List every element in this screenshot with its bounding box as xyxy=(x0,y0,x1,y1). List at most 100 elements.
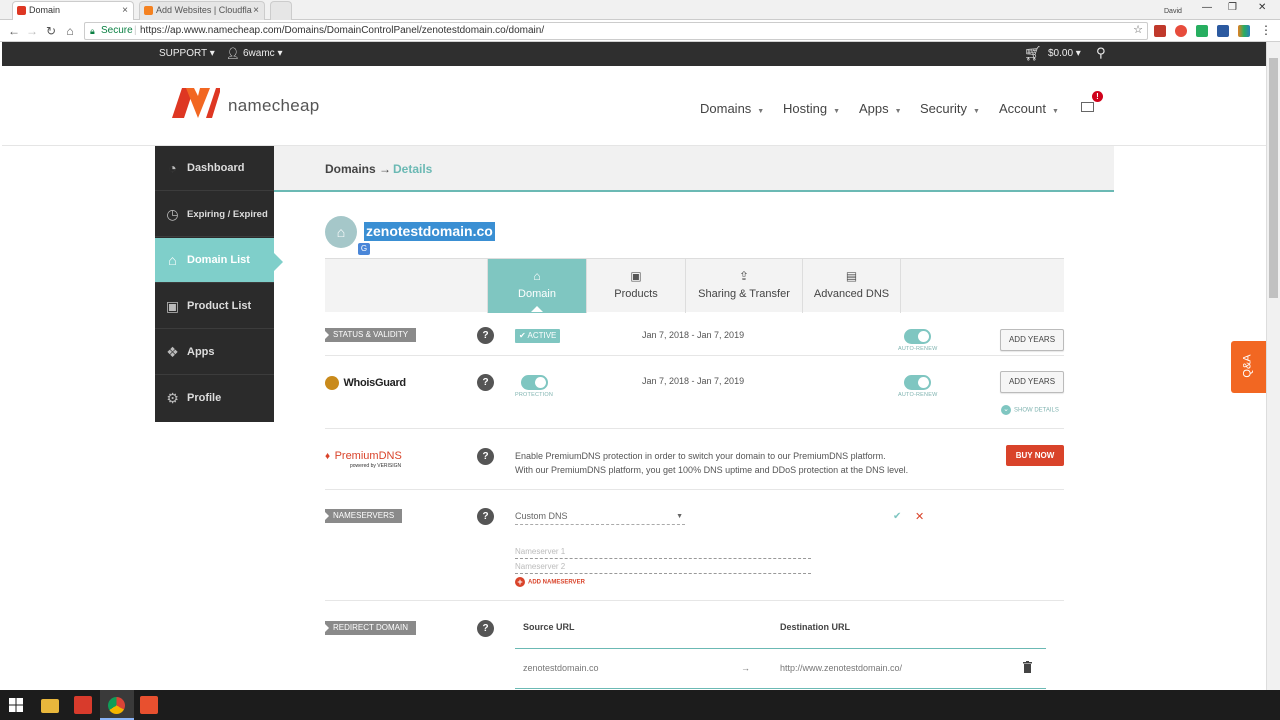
active-tab-notch xyxy=(531,306,543,312)
qa-label: Q&A xyxy=(1241,354,1254,378)
help-icon[interactable]: ? xyxy=(477,327,494,344)
restore-icon[interactable]: ❐ xyxy=(1228,2,1237,13)
cart-icon[interactable]: 🛒︎ xyxy=(1024,45,1042,62)
browser-tab-domain[interactable]: Domain × xyxy=(12,1,134,20)
sidebar-item-profile[interactable]: ⚙ Profile xyxy=(155,376,274,421)
file-explorer-icon[interactable] xyxy=(41,699,59,713)
add-nameserver-button[interactable]: + ADD NAMESERVER xyxy=(515,577,585,587)
new-tab-button[interactable] xyxy=(270,1,292,20)
whoisguard-dates: Jan 7, 2018 - Jan 7, 2019 xyxy=(642,376,745,386)
protection-toggle[interactable] xyxy=(521,375,548,390)
server-icon: ▤ xyxy=(845,269,858,283)
tab-products[interactable]: ▣ Products xyxy=(586,259,685,313)
page-title: zenotestdomain.co xyxy=(364,222,495,241)
extension-icon[interactable] xyxy=(1196,25,1208,37)
divider xyxy=(325,355,1064,356)
nav-label: Account xyxy=(999,101,1046,116)
nameserver-1-input[interactable]: Nameserver 1 xyxy=(515,547,811,559)
nav-security[interactable]: Security ▼ xyxy=(920,101,980,116)
sidebar-item-label: Dashboard xyxy=(187,162,245,174)
page-scrollbar[interactable] xyxy=(1266,42,1280,690)
extension-icon[interactable] xyxy=(1217,25,1229,37)
todoist-icon[interactable] xyxy=(74,696,92,714)
destination-url: http://www.zenotestdomain.co/ xyxy=(780,663,903,673)
status-badge: ✔ ACTIVE xyxy=(515,329,561,343)
forward-icon[interactable]: → xyxy=(24,22,40,40)
save-check-icon[interactable]: ✔ xyxy=(893,511,901,522)
translate-icon[interactable]: G xyxy=(358,243,370,255)
user-icon: 👤︎ xyxy=(226,48,240,60)
nameserver-2-input[interactable]: Nameserver 2 xyxy=(515,562,811,574)
windows-start-icon[interactable] xyxy=(9,698,23,712)
apps-icon: ❖ xyxy=(166,344,179,360)
home-icon: ⌂ xyxy=(533,269,541,283)
sidebar-item-dashboard[interactable]: ◔ Dashboard xyxy=(155,146,274,191)
help-icon[interactable]: ? xyxy=(477,620,494,637)
auto-renew-toggle[interactable] xyxy=(904,329,931,344)
show-details-link[interactable]: ⌄ SHOW DETAILS xyxy=(1001,405,1059,415)
browser-menu-icon[interactable]: ⋮ xyxy=(1260,23,1272,37)
nav-label: Hosting xyxy=(783,101,828,116)
help-icon[interactable]: ? xyxy=(477,448,494,465)
close-window-icon[interactable]: ✕ xyxy=(1258,2,1266,13)
help-icon[interactable]: ? xyxy=(477,508,494,525)
reload-icon[interactable]: ↻ xyxy=(43,22,59,40)
whoisguard-add-years-button[interactable]: ADD YEARS xyxy=(1000,371,1064,393)
trash-icon[interactable] xyxy=(1023,661,1032,673)
user-menu[interactable]: 6wamc ▾ xyxy=(243,48,283,59)
divider xyxy=(325,600,1064,601)
extension-icon[interactable] xyxy=(1238,25,1250,37)
namecheap-logo-icon[interactable] xyxy=(172,88,220,118)
sidebar-item-product-list[interactable]: ▣ Product List xyxy=(155,284,274,329)
extension-icon[interactable] xyxy=(1175,25,1187,37)
domain-tabs: ⌂ Domain ▣ Products ⇪ Sharing & Transfer… xyxy=(325,258,1064,313)
buy-now-button[interactable]: BUY NOW xyxy=(1006,445,1064,466)
nav-apps[interactable]: Apps ▼ xyxy=(859,101,902,116)
nav-domains[interactable]: Domains ▼ xyxy=(700,101,764,116)
help-icon[interactable]: ? xyxy=(477,374,494,391)
extension-icon[interactable] xyxy=(1154,25,1166,37)
add-years-button[interactable]: ADD YEARS xyxy=(1000,329,1064,351)
tab-domain[interactable]: ⌂ Domain xyxy=(487,259,586,313)
mail-icon[interactable] xyxy=(1081,102,1094,112)
sidebar-item-domain-list[interactable]: ⌂ Domain List xyxy=(155,238,274,283)
close-tab-icon[interactable]: × xyxy=(122,2,128,19)
box-icon: ▣ xyxy=(165,298,180,314)
support-menu[interactable]: SUPPORT ▾ xyxy=(159,48,215,59)
minimize-icon[interactable]: — xyxy=(1202,2,1212,13)
support-label: SUPPORT xyxy=(159,48,207,59)
scrollbar-thumb[interactable] xyxy=(1269,58,1278,298)
url-input[interactable]: 🔒︎ Secure | https://ap.www.namecheap.com… xyxy=(84,22,1148,40)
nameserver-type-select[interactable]: Custom DNS ▼ xyxy=(515,511,685,525)
sidebar-active-pointer xyxy=(274,253,283,271)
browser-tab-cloudflare[interactable]: Add Websites | Cloudfla × xyxy=(139,1,265,20)
nav-account[interactable]: Account ▼ xyxy=(999,101,1059,116)
close-tab-icon[interactable]: × xyxy=(253,2,259,19)
whoisguard-auto-renew-toggle[interactable] xyxy=(904,375,931,390)
home-icon[interactable]: ⌂ xyxy=(62,22,78,40)
diamond-icon: ♦ xyxy=(325,451,331,462)
browser-profile-name[interactable]: David xyxy=(1164,8,1182,15)
back-icon[interactable]: ← xyxy=(6,22,22,40)
sidebar-item-expiring[interactable]: ◷ Expiring / Expired xyxy=(155,192,274,237)
nameservers-section-tag: NAMESERVERS xyxy=(325,509,403,523)
cart-menu[interactable]: $0.00 ▾ xyxy=(1048,48,1081,59)
qa-feedback-tab[interactable]: Q&A xyxy=(1231,341,1266,393)
whoisguard-logo-text: WhoisGuard xyxy=(343,376,406,389)
breadcrumb-domains-link[interactable]: Domains → xyxy=(325,162,391,176)
app-icon[interactable] xyxy=(140,696,158,714)
nav-label: Domains xyxy=(700,101,752,116)
tab-advanced-dns[interactable]: ▤ Advanced DNS xyxy=(802,259,901,313)
tab-sharing-transfer[interactable]: ⇪ Sharing & Transfer xyxy=(685,259,802,313)
redirect-arrow: → xyxy=(741,663,750,673)
search-icon[interactable]: ⚲ xyxy=(1096,45,1106,61)
sidebar-item-label: Product List xyxy=(187,300,252,312)
tab-title: Add Websites | Cloudfla xyxy=(156,5,252,15)
secure-label: Secure xyxy=(101,25,133,36)
logo-text[interactable]: namecheap xyxy=(228,96,320,116)
cancel-x-icon[interactable]: ✕ xyxy=(915,510,924,523)
sidebar-item-apps[interactable]: ❖ Apps xyxy=(155,330,274,375)
gauge-icon: ◔ xyxy=(168,160,177,176)
nav-hosting[interactable]: Hosting ▼ xyxy=(783,101,840,116)
bookmark-star-icon[interactable]: ☆ xyxy=(1133,22,1143,38)
